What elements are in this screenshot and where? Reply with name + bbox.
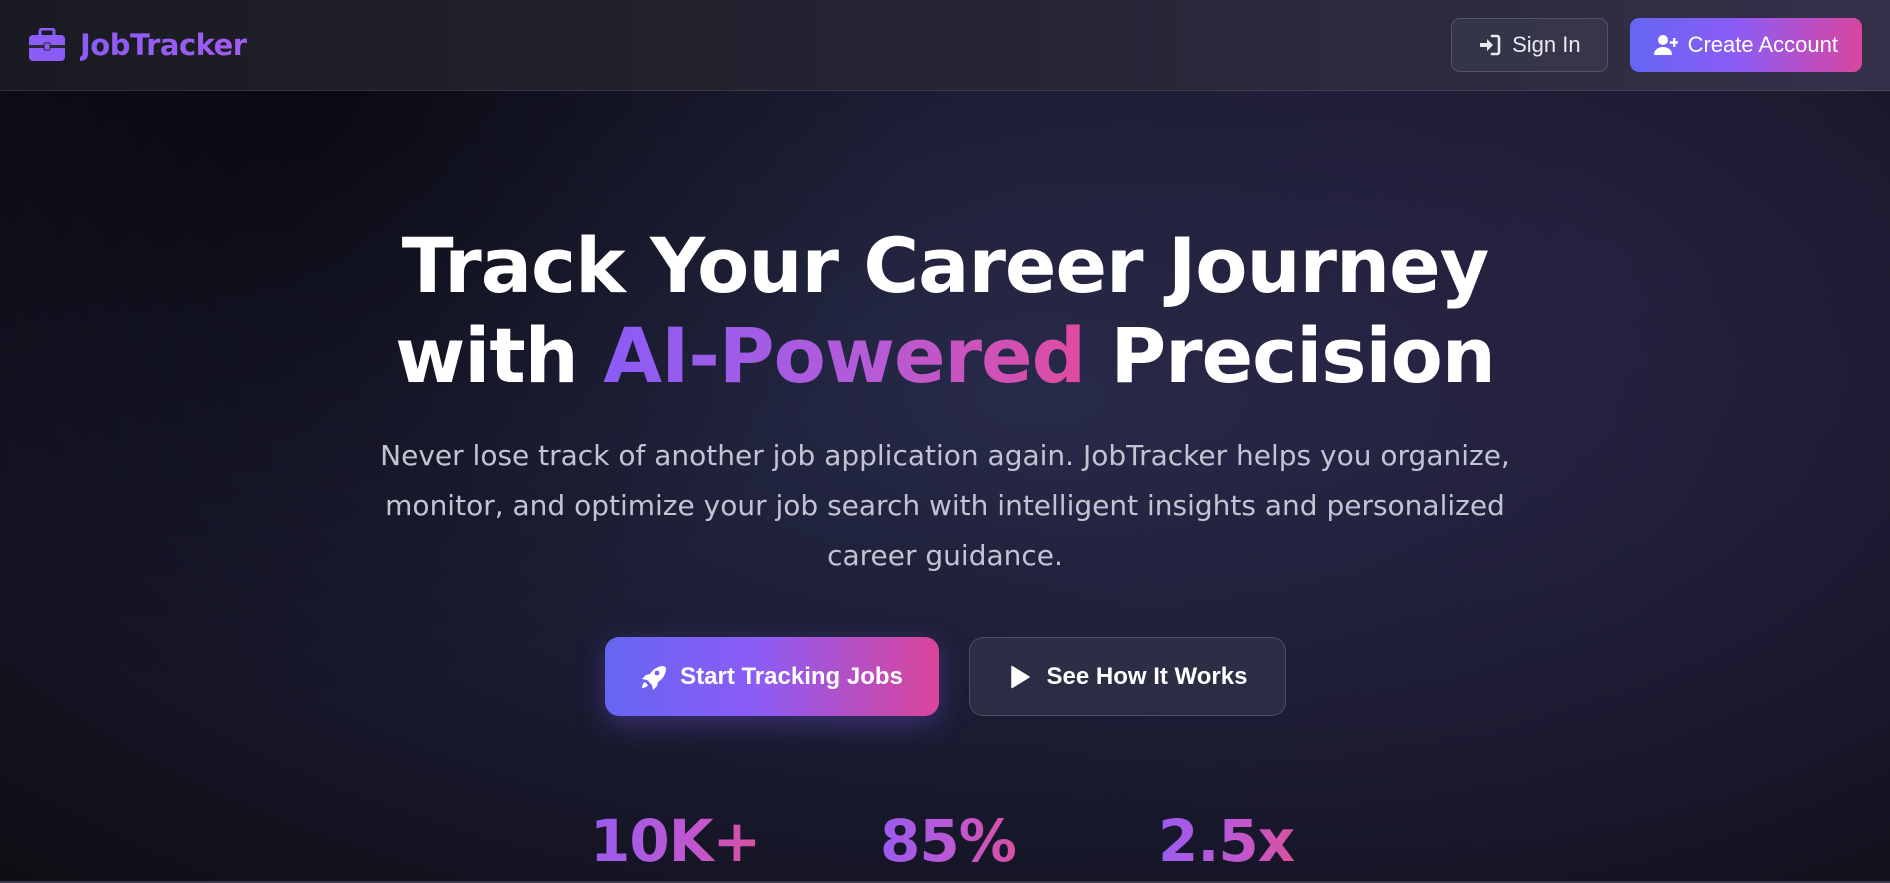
sign-in-icon xyxy=(1480,34,1501,56)
top-navbar: JobTracker Sign In Create Account xyxy=(0,0,1890,91)
play-icon xyxy=(1010,665,1030,688)
rocket-icon xyxy=(642,665,667,690)
briefcase-icon xyxy=(29,28,65,61)
hero-headline: Track Your Career Journey with AI-Powere… xyxy=(0,221,1890,401)
headline-highlight: AI-Powered xyxy=(603,311,1086,400)
headline-line-2-prefix: with xyxy=(395,311,604,400)
start-tracking-button[interactable]: Start Tracking Jobs xyxy=(604,637,939,716)
headline-line-2-suffix: Precision xyxy=(1085,311,1495,400)
sign-in-button[interactable]: Sign In xyxy=(1451,18,1608,72)
hero-subtext: Never lose track of another job applicat… xyxy=(380,439,1510,572)
sign-in-label: Sign In xyxy=(1512,32,1581,57)
stat-value-users: 10K+ xyxy=(590,799,761,883)
create-account-label: Create Account xyxy=(1687,32,1838,57)
stat-value-multiplier: 2.5x xyxy=(1158,799,1295,883)
brand-name: JobTracker xyxy=(80,28,247,62)
headline-line-1: Track Your Career Journey xyxy=(401,221,1489,310)
see-how-it-works-label: See How It Works xyxy=(1046,662,1248,690)
hero-section: Track Your Career Journey with AI-Powere… xyxy=(0,91,1890,883)
stat-value-success-rate: 85% xyxy=(880,799,1017,883)
create-account-button[interactable]: Create Account xyxy=(1629,18,1862,72)
user-plus-icon xyxy=(1653,35,1678,55)
stats-row: 10K+ 85% 2.5x xyxy=(0,799,1890,883)
start-tracking-label: Start Tracking Jobs xyxy=(680,662,903,690)
nav-actions: Sign In Create Account xyxy=(1451,18,1862,72)
see-how-it-works-button[interactable]: See How It Works xyxy=(968,637,1286,716)
brand-logo-link[interactable]: JobTracker xyxy=(28,28,247,62)
cta-row: Start Tracking Jobs See How It Works xyxy=(0,637,1890,716)
